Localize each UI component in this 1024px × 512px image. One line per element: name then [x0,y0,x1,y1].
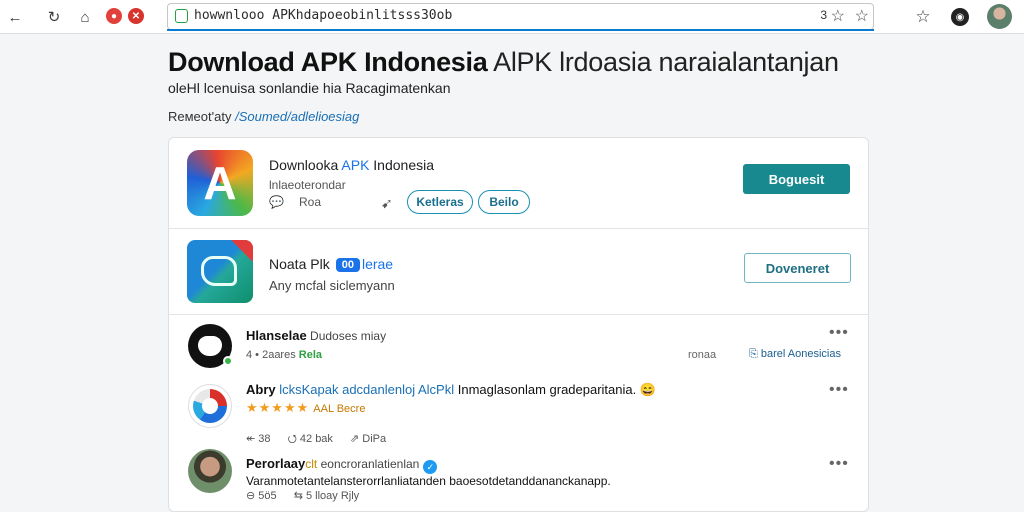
post-author[interactable]: Perorlaayclt eoncroranlatienlan ✓ [246,456,438,474]
home-icon[interactable]: ⌂ [76,8,94,26]
extension-icon[interactable]: ● [106,8,122,24]
post-text: Varanmotetantelansterorrlanliatanden bao… [246,474,611,488]
bookmark-star-icon[interactable]: ☆ [855,6,869,26]
app-name-prefix: Downlooka [269,157,342,173]
app-icon-notes[interactable] [187,240,253,303]
post-right-link[interactable]: ⎘ barel Aonesicias [749,348,841,361]
url-text[interactable]: howwnlooo APKhdapoeobinlitsss30ob [194,8,452,23]
verified-icon: ✓ [423,460,438,474]
remark-line: Rемеоt'aty /Soumed/adlelioesiag [168,109,359,124]
app-name-suffix: Indonesia [369,157,435,173]
app-subtitle: lnlaeoterondar [269,178,346,192]
avatar[interactable] [987,4,1012,29]
bookmark-icon: ⎘ [749,348,761,360]
post-right-link-text: barel Aonesicias [760,348,841,360]
repost-action[interactable]: ⇆ 5 lloay Rjly [294,490,359,502]
back-arrow-icon[interactable]: ← [6,8,24,26]
author-name[interactable]: Abry [246,382,279,397]
divider [169,228,868,229]
tag-pill[interactable]: Beilo [478,190,530,214]
tag-pill[interactable]: Ketleras [407,190,473,214]
post-meta-text: 4 • 2aares [246,349,299,361]
comment-icon: 💬 [269,195,284,209]
app-badge-label: lerae [361,256,394,272]
post-text: Abry lcksKapak adcdanlenloj AlcPkl Inmag… [246,382,656,398]
post-right-info: ronaa [688,349,716,361]
app-meta: Roa [299,195,322,209]
post-actions: ⊖ 5ö5 ⇆ 5 lloay Rjly [246,489,373,502]
avatar[interactable] [188,384,232,428]
share-icon[interactable]: ➹ [381,195,393,212]
post-meta-status: Rela [298,349,323,361]
post-text-body: Inmaglasonlam gradeparitania. 😄 [454,382,657,397]
post-meta: 4 • 2aares Rela [246,349,322,361]
page-title-bold: Download APK Indonesia [168,47,488,77]
page-title: Download APK Indonesia AlPK lrdoasia nar… [168,47,839,78]
app-icon-apk[interactable]: A [187,150,253,216]
post-right-count: ronaa [688,349,717,361]
app-name-text: Noata Plk [269,256,330,272]
like-action[interactable]: ⊖ 5ö5 [246,490,277,502]
author-handle-accent: clt [305,457,318,471]
author-handle: eoncroranlatienlan [317,457,420,471]
refresh-icon[interactable]: ↻ [45,8,63,26]
profile-icon[interactable]: ◉ [951,8,969,26]
address-bar[interactable]: howwnlooo APKhdapoeobinlitsss30ob 3 ☆ ☆ [167,3,874,30]
star-icon[interactable]: ☆ [914,7,932,26]
reply-action[interactable]: ↞ 38 [246,433,271,445]
star-icon[interactable]: ☆ [831,6,845,26]
app-subtitle: Any mcfal siclemyann [269,278,395,293]
app-name[interactable]: Noata Plk 00 lerae [269,256,393,272]
author-name: Perorlaay [246,456,306,471]
page-subtitle: oleHl lcenuisa sonlandie hia Racagimaten… [168,80,451,96]
post-author[interactable]: Hlanselae Dudoses miay [246,328,386,343]
post-text-link[interactable]: lcksKapak adcdanlenloj AlcPkl [279,382,454,397]
post-actions: ↞ 38 ⭯ 42 bak ⇗ DiPa [246,430,400,449]
rating-label: AAL Becre [313,403,366,415]
lock-icon [175,9,188,23]
divider [169,314,868,315]
author-handle: Dudoses miay [306,329,387,343]
url-focus-indicator [167,29,874,31]
download-button[interactable]: Boguesit [743,164,850,194]
more-options-icon[interactable]: ••• [829,381,849,399]
remark-prefix: Rемеоt'aty [168,109,236,124]
rating-stars: ★★★★★ AAL Becre [246,400,365,416]
extension-close-icon[interactable]: ✕ [128,8,144,24]
stars-icon: ★★★★★ [246,400,310,415]
app-name-accent: APK [341,157,370,173]
app-name[interactable]: Downlooka APK Indonesia [269,157,434,173]
url-count: 3 [820,8,827,22]
browser-toolbar: ← ↻ ⌂ ● ✕ howwnlooo APKhdapoeobinlitsss3… [0,0,1024,34]
avatar[interactable] [188,449,232,493]
download-button[interactable]: Doveneret [744,253,851,283]
avatar[interactable] [188,324,233,368]
remark-link[interactable]: /Soumed/adlelioesiag [235,109,359,124]
content-card: A Downlooka APK Indonesia lnlaeoterondar… [168,137,869,512]
app-badge: 00 [335,258,360,272]
share-action[interactable]: ⇗ DiPa [350,433,386,445]
page-title-thin: AlPK lrdoasia naraialantanjan [487,47,839,77]
more-options-icon[interactable]: ••• [829,455,849,473]
author-name: Hlanselae [246,328,307,343]
more-options-icon[interactable]: ••• [829,324,849,342]
repost-action[interactable]: ⭯ 42 bak [288,433,333,445]
